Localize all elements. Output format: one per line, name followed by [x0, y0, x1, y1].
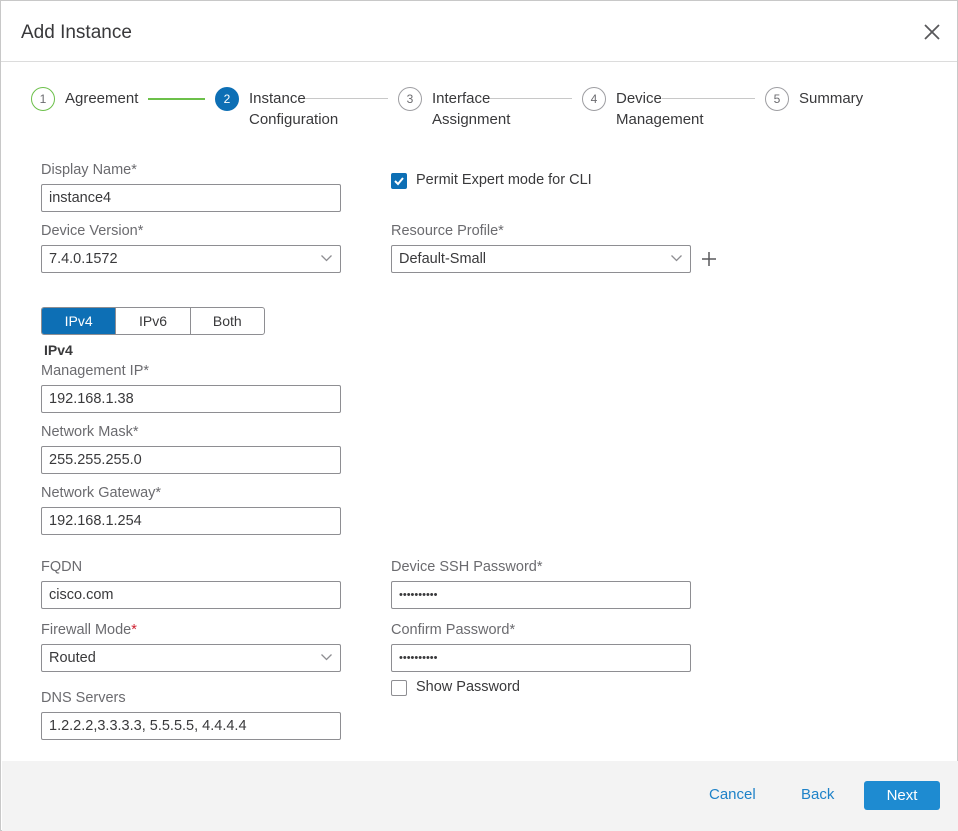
firewall-mode-value: Routed [49, 650, 96, 666]
step-4-label: Device Management [616, 88, 704, 130]
step-1-circle: 1 [31, 87, 55, 111]
ssh-password-input[interactable]: •••••••••• [391, 581, 691, 609]
dns-servers-input[interactable]: 1.2.2.2,3.3.3.3, 5.5.5.5, 4.4.4.4 [41, 712, 341, 740]
ip-mode-toggle: IPv4 IPv6 Both [41, 307, 265, 335]
management-ip-label: Management IP* [41, 363, 150, 379]
firewall-mode-select[interactable]: Routed [41, 644, 341, 672]
checkmark-icon [394, 177, 404, 186]
step-2-label-line2: Configuration [249, 111, 339, 128]
confirm-password-label: Confirm Password* [391, 622, 516, 638]
back-button[interactable]: Back [801, 786, 834, 803]
ip-mode-ipv4[interactable]: IPv4 [42, 308, 117, 334]
device-version-select[interactable]: 7.4.0.1572 [41, 245, 341, 273]
fqdn-input[interactable]: cisco.com [41, 581, 341, 609]
show-password-checkbox[interactable] [391, 680, 407, 696]
step-3-label-line2: Assignment [432, 111, 511, 128]
step-connector [490, 98, 572, 99]
dialog-header: Add Instance [1, 1, 957, 62]
required-marker: * [131, 622, 137, 638]
step-4-label-line2: Management [616, 111, 704, 128]
confirm-password-input[interactable]: •••••••••• [391, 644, 691, 672]
display-name-label: Display Name* [41, 162, 137, 178]
step-1-label: Agreement [65, 90, 139, 107]
management-ip-input[interactable]: 192.168.1.38 [41, 385, 341, 413]
network-mask-input[interactable]: 255.255.255.0 [41, 446, 341, 474]
network-gateway-input[interactable]: 192.168.1.254 [41, 507, 341, 535]
display-name-input[interactable]: instance4 [41, 184, 341, 212]
step-2-label: Instance Configuration [249, 88, 338, 130]
close-icon[interactable] [919, 19, 945, 45]
expert-mode-checkbox[interactable] [391, 173, 407, 189]
ip-mode-both[interactable]: Both [191, 308, 264, 334]
cancel-button[interactable]: Cancel [709, 786, 756, 803]
resource-profile-label: Resource Profile* [391, 223, 504, 239]
resource-profile-select[interactable]: Default-Small [391, 245, 691, 273]
step-5-circle: 5 [765, 87, 789, 111]
step-connector [662, 98, 755, 99]
ssh-password-label: Device SSH Password* [391, 559, 543, 575]
step-connector [148, 98, 205, 100]
dns-servers-label: DNS Servers [41, 690, 126, 706]
chevron-down-icon [671, 255, 682, 262]
firewall-mode-label: Firewall Mode* [41, 622, 137, 638]
dialog-title: Add Instance [21, 22, 132, 43]
device-version-label: Device Version* [41, 223, 144, 239]
step-2-circle: 2 [215, 87, 239, 111]
device-version-value: 7.4.0.1572 [49, 251, 118, 267]
expert-mode-label: Permit Expert mode for CLI [416, 172, 592, 188]
network-mask-label: Network Mask* [41, 424, 139, 440]
ipv4-section-heading: IPv4 [44, 342, 73, 358]
resource-profile-value: Default-Small [399, 251, 487, 267]
fqdn-label: FQDN [41, 559, 83, 575]
ip-mode-ipv6[interactable]: IPv6 [116, 308, 191, 334]
step-4-circle: 4 [582, 87, 606, 111]
step-5-label: Summary [799, 90, 864, 107]
chevron-down-icon [321, 654, 332, 661]
add-profile-icon[interactable] [701, 251, 717, 267]
network-gateway-label: Network Gateway* [41, 485, 162, 501]
step-3-label: Interface Assignment [432, 88, 510, 130]
step-connector [305, 98, 388, 99]
show-password-label: Show Password [416, 679, 520, 695]
add-instance-dialog: Add Instance 1 Agreement 2 Instance Conf… [0, 0, 958, 831]
chevron-down-icon [321, 255, 332, 262]
step-3-circle: 3 [398, 87, 422, 111]
next-button[interactable]: Next [864, 781, 940, 810]
firewall-mode-label-text: Firewall Mode [41, 622, 132, 638]
